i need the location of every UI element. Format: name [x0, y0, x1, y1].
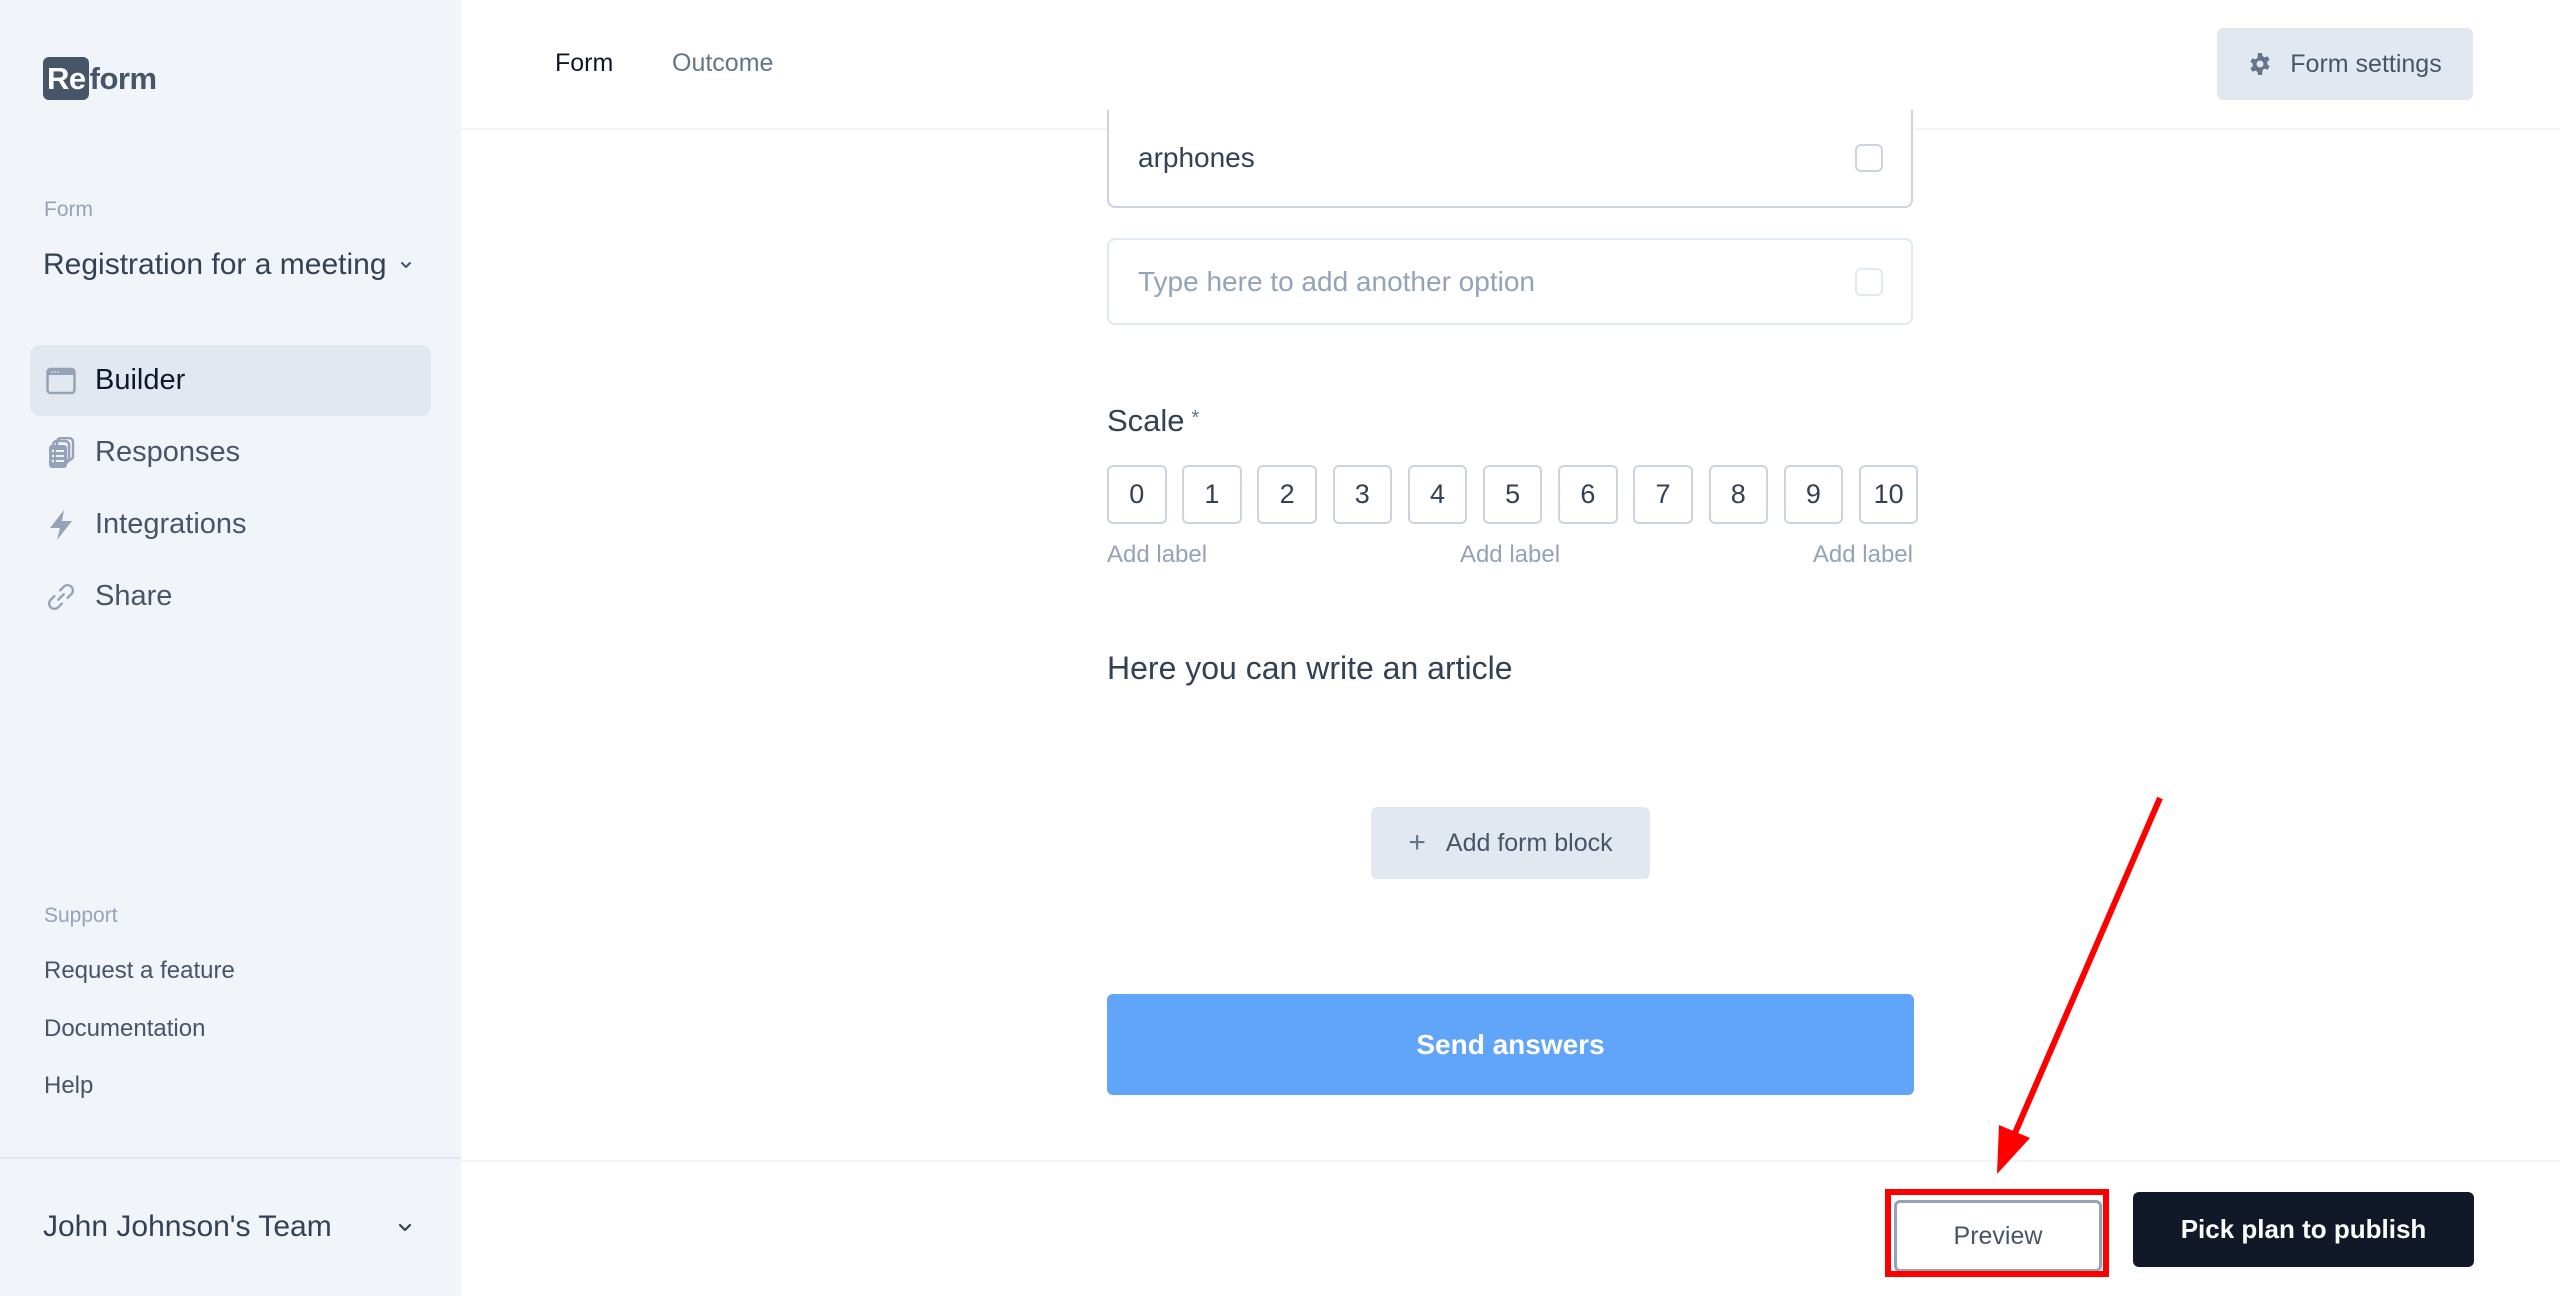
sidebar-item-responses[interactable]: Responses: [30, 417, 431, 488]
tab-form[interactable]: Form: [555, 49, 613, 78]
scale-question-title[interactable]: Scale *: [1107, 403, 1199, 439]
required-mark: *: [1191, 407, 1200, 429]
documentation-link[interactable]: Documentation: [44, 1013, 235, 1071]
scale-option[interactable]: 1: [1182, 465, 1242, 524]
choice-option[interactable]: arphones: [1107, 110, 1913, 208]
scale-option[interactable]: 6: [1558, 465, 1618, 524]
team-selector[interactable]: John Johnson's Team: [43, 1210, 413, 1244]
add-option-row: [1107, 238, 1913, 325]
scale-options: 0 1 2 3 4 5 6 7 8 9 10: [1107, 465, 1919, 524]
scale-title-text: Scale: [1107, 403, 1185, 438]
option-text[interactable]: arphones: [1138, 142, 1855, 174]
sidebar-item-integrations[interactable]: Integrations: [30, 489, 431, 560]
chevron-down-icon: [400, 262, 411, 268]
documents-icon: [46, 436, 76, 468]
sidebar-item-label: Share: [95, 580, 173, 612]
article-block[interactable]: Here you can write an article: [1107, 650, 1513, 687]
option-checkbox[interactable]: [1855, 144, 1883, 172]
add-form-block-label: Add form block: [1445, 828, 1613, 857]
add-option-input[interactable]: [1138, 265, 1855, 298]
option-checkbox[interactable]: [1855, 267, 1883, 296]
sidebar-nav: Builder Responses Integrations Share: [30, 345, 431, 633]
lightning-icon: [46, 509, 76, 540]
sidebar-item-builder[interactable]: Builder: [30, 345, 431, 416]
preview-button[interactable]: Preview: [1894, 1200, 2102, 1272]
form-settings-button[interactable]: Form settings: [2217, 28, 2473, 100]
chevron-down-icon: [398, 1223, 412, 1232]
scale-label-middle[interactable]: Add label: [1460, 541, 1560, 569]
plus-icon: +: [1408, 826, 1426, 859]
tab-outcome[interactable]: Outcome: [672, 49, 773, 78]
request-feature-link[interactable]: Request a feature: [44, 955, 235, 1013]
scale-option[interactable]: 4: [1407, 465, 1468, 524]
add-form-block-button[interactable]: + Add form block: [1371, 807, 1650, 879]
scale-option[interactable]: 10: [1858, 465, 1919, 524]
scale-option[interactable]: 5: [1482, 465, 1543, 524]
form-name: Registration for a meeting: [43, 248, 387, 281]
scale-labels: Add label Add label Add label: [1107, 541, 1913, 569]
send-answers-button[interactable]: Send answers: [1107, 994, 1914, 1095]
logo[interactable]: Re form: [43, 57, 157, 100]
sidebar-item-label: Integrations: [95, 508, 247, 540]
form-section-label: Form: [44, 198, 93, 221]
scale-label-start[interactable]: Add label: [1107, 541, 1207, 569]
sidebar-item-label: Responses: [95, 436, 241, 468]
sidebar-item-label: Builder: [95, 364, 186, 396]
browser-window-icon: [46, 366, 76, 396]
sidebar-divider: [0, 1157, 461, 1159]
sidebar-item-share[interactable]: Share: [30, 561, 431, 632]
scale-option[interactable]: 9: [1783, 465, 1844, 524]
scale-label-end[interactable]: Add label: [1813, 541, 1913, 569]
support-links: Request a feature Documentation Help: [44, 955, 235, 1128]
gear-icon: [2250, 53, 2270, 75]
link-icon: [46, 582, 76, 612]
scale-option[interactable]: 3: [1332, 465, 1393, 524]
logo-text: form: [89, 60, 157, 96]
preview-button-wrapper: Preview: [1894, 1200, 2102, 1296]
scale-option[interactable]: 7: [1633, 465, 1693, 524]
team-name: John Johnson's Team: [43, 1210, 332, 1243]
sidebar: Re form Form Registration for a meeting …: [0, 0, 461, 1296]
scale-option[interactable]: 2: [1257, 465, 1317, 524]
form-settings-label: Form settings: [2290, 49, 2442, 78]
form-selector[interactable]: Registration for a meeting: [43, 248, 413, 282]
scale-option[interactable]: 0: [1107, 465, 1167, 524]
pick-plan-to-publish-button[interactable]: Pick plan to publish: [2133, 1192, 2474, 1267]
support-label: Support: [44, 904, 118, 927]
logo-mark: Re: [43, 57, 89, 100]
help-link[interactable]: Help: [44, 1070, 235, 1128]
scale-option[interactable]: 8: [1708, 465, 1768, 524]
